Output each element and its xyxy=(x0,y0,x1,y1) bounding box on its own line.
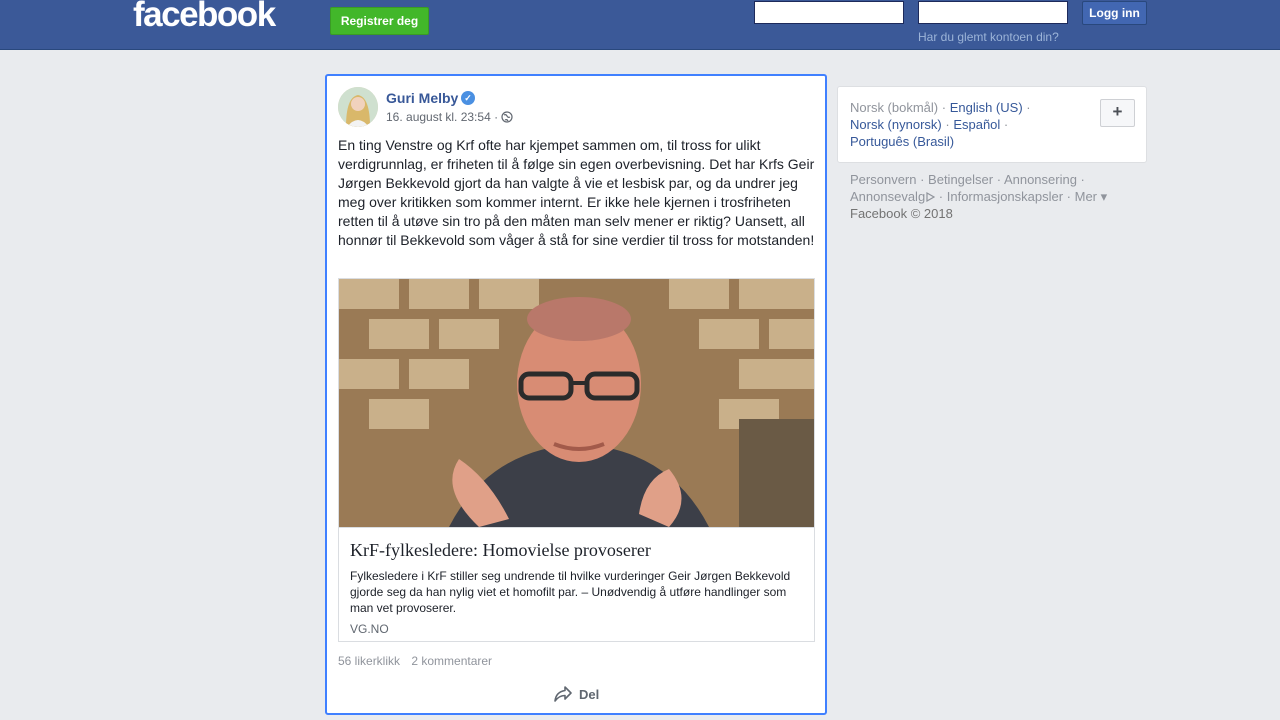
footer-link-betingelser[interactable]: Betingelser xyxy=(928,172,993,187)
language-separator: · xyxy=(1000,117,1009,132)
post-timestamp[interactable]: 16. august kl. 23:54 · xyxy=(386,110,498,124)
top-navigation-bar: facebook Registrer deg Logg inn Har du g… xyxy=(0,0,1280,50)
comments-count[interactable]: 2 kommentarer xyxy=(411,654,492,668)
copyright: Facebook © 2018 xyxy=(850,206,953,221)
footer-link-personvern[interactable]: Personvern xyxy=(850,172,916,187)
footer-link-annonsering[interactable]: Annonsering xyxy=(1004,172,1077,187)
language-selector-box: Norsk (bokmål) · English (US) · Norsk (n… xyxy=(837,86,1147,163)
author-avatar[interactable] xyxy=(338,87,378,127)
post-stats: 56 likerklikk 2 kommentarer xyxy=(338,654,500,668)
footer-link-annonsevalg[interactable]: Annonsevalg xyxy=(850,189,925,204)
facebook-logo[interactable]: facebook xyxy=(133,0,276,36)
forgot-account-link[interactable]: Har du glemt kontoen din? xyxy=(918,30,1059,44)
email-field[interactable] xyxy=(754,1,904,24)
verified-badge-icon: ✓ xyxy=(461,91,475,105)
adchoices-icon xyxy=(926,192,936,202)
link-title[interactable]: KrF-fylkesledere: Homovielse provoserer xyxy=(350,540,651,561)
chevron-down-icon: ▾ xyxy=(1097,189,1108,204)
footer-link-mer[interactable]: Mer xyxy=(1075,189,1097,204)
share-label: Del xyxy=(579,687,600,702)
share-icon xyxy=(554,686,572,702)
language-separator: · xyxy=(941,117,954,132)
link-preview-image[interactable] xyxy=(339,279,814,527)
language-option-espanol[interactable]: Español xyxy=(953,117,1000,132)
link-domain: VG.NO xyxy=(350,622,389,636)
password-field[interactable] xyxy=(918,1,1068,24)
language-separator: · xyxy=(1022,100,1031,115)
language-option-english-us[interactable]: English (US) xyxy=(950,100,1023,115)
link-description: Fylkesledere i KrF stiller seg undrende … xyxy=(350,569,791,615)
link-preview-card[interactable]: KrF-fylkesledere: Homovielse provoserer … xyxy=(338,278,815,642)
post-card: Guri Melby ✓ 16. august kl. 23:54 · En t… xyxy=(325,74,827,715)
language-current: Norsk (bokmål) xyxy=(850,100,939,115)
author-name[interactable]: Guri Melby xyxy=(386,90,458,106)
more-languages-button[interactable]: + xyxy=(1100,99,1135,127)
language-option-portugues-brasil[interactable]: Português (Brasil) xyxy=(850,134,954,149)
post-body-text: En ting Venstre og Krf ofte har kjempet … xyxy=(338,137,815,248)
link-preview-info[interactable]: KrF-fylkesledere: Homovielse provoserer … xyxy=(339,527,814,641)
language-option-norsk-nynorsk[interactable]: Norsk (nynorsk) xyxy=(850,117,942,132)
likes-count[interactable]: 56 likerklikk xyxy=(338,654,400,668)
register-button[interactable]: Registrer deg xyxy=(330,7,429,35)
globe-icon xyxy=(501,111,513,123)
login-button[interactable]: Logg inn xyxy=(1082,1,1147,25)
footer-links: Personvern · Betingelser · Annonsering ·… xyxy=(850,172,1108,221)
footer-link-informasjonskapsler[interactable]: Informasjonskapsler xyxy=(947,189,1063,204)
share-button[interactable]: Del xyxy=(553,684,633,706)
language-list: Norsk (bokmål) · English (US) · Norsk (n… xyxy=(850,99,1090,150)
language-separator: · xyxy=(938,100,950,115)
